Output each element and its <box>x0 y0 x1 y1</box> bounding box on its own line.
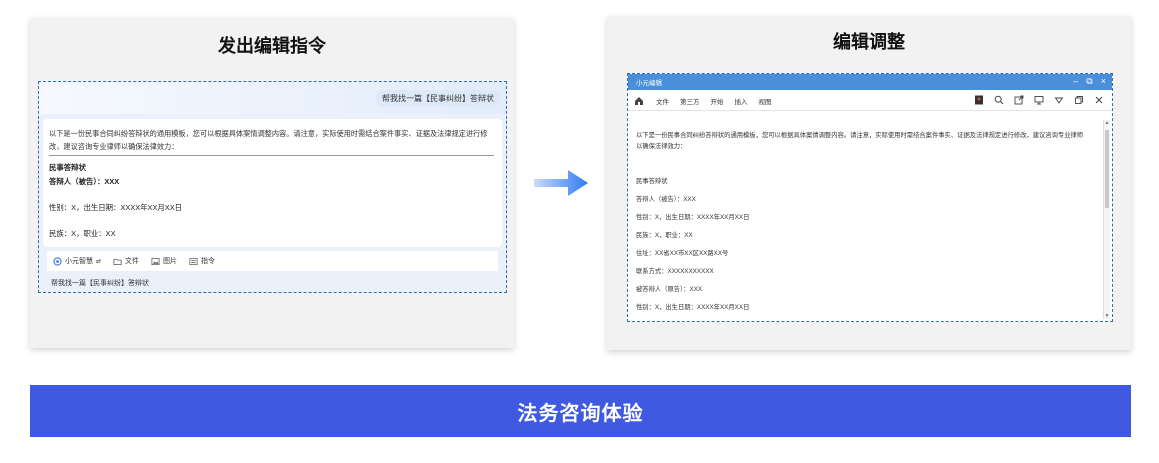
editor-window-title: 小元编辑 <box>636 80 662 87</box>
menu-third-party[interactable]: 第三方 <box>680 96 700 106</box>
scroll-thumb[interactable] <box>1105 130 1109 208</box>
close-icon[interactable]: × <box>1101 76 1106 87</box>
left-card: 发出编辑指令 帮我找一篇【民事纠纷】答辩状 以下是一份民事合同纠纷答辩状的通用模… <box>30 18 514 348</box>
editor-titlebar: 小元编辑 – ⧉ × <box>628 74 1112 90</box>
divider <box>49 155 494 156</box>
editor-window: 小元编辑 – ⧉ × 文件 第三方 开始 插入 视图 以下是一份民事合同纠纷答辩… <box>627 73 1113 322</box>
doc-title: 民事答辩状 <box>49 163 86 172</box>
command-label: 指令 <box>201 258 216 265</box>
file-label: 文件 <box>125 258 140 265</box>
doc-line: 民族：X，职业：XX <box>49 229 116 238</box>
ai-response: 以下是一份民事合同纠纷答辩状的通用模板，您可以根据具体案情调整内容。请注意，实际… <box>43 119 502 247</box>
share-icon[interactable] <box>1014 95 1024 105</box>
menu-start[interactable]: 开始 <box>711 96 724 106</box>
chat-panel: 帮我找一篇【民事纠纷】答辩状 以下是一份民事合同纠纷答辩状的通用模板，您可以根据… <box>38 81 507 293</box>
window-controls: – ⧉ × <box>1073 76 1106 87</box>
scroll-up-icon[interactable]: ▲ <box>1104 120 1110 126</box>
chat-input[interactable]: 帮我找一篇【民事纠纷】答辩状 <box>51 278 149 288</box>
avatar-icon[interactable] <box>974 95 984 105</box>
page: 发出编辑指令 帮我找一篇【民事纠纷】答辩状 以下是一份民事合同纠纷答辩状的通用模… <box>0 0 1159 463</box>
search-icon[interactable] <box>994 95 1004 105</box>
doc-text: 性别：X，出生日期：XXXX年XX月XX日 <box>636 214 750 221</box>
doc-line: 性别：X，出生日期：XXXX年XX月XX日 <box>49 203 183 212</box>
right-card-title: 编辑调整 <box>833 32 905 52</box>
close-doc-icon[interactable] <box>1094 95 1104 105</box>
menu-insert[interactable]: 插入 <box>735 96 748 106</box>
bottom-banner: 法务咨询体验 <box>30 385 1131 437</box>
doc-line: 答辩人（被告）：XXX <box>49 177 120 186</box>
folder-icon <box>113 258 122 265</box>
maximize-icon[interactable]: ⧉ <box>1086 76 1092 87</box>
assistant-button[interactable]: 小元智慧 ⇄ <box>53 256 101 266</box>
doc-title: 民事答辩状 <box>636 178 668 185</box>
restore-icon[interactable] <box>1074 95 1084 105</box>
doc-text: 以确保法律效力： <box>636 143 687 150</box>
editor-toolbar-icons <box>974 95 1104 105</box>
user-message: 帮我找一篇【民事纠纷】答辩状 <box>376 90 500 107</box>
menu-file[interactable]: 文件 <box>656 96 669 106</box>
assistant-label: 小元智慧 <box>65 258 93 265</box>
collapse-icon[interactable] <box>1054 95 1064 105</box>
switch-icon: ⇄ <box>96 258 102 265</box>
doc-text: 联系方式：XXXXXXXXXXX <box>636 268 714 275</box>
editor-document[interactable]: 以下是一份民事合同纠纷答辩状的通用模板，您可以根据具体案情调整内容。请注意，实际… <box>628 112 1102 321</box>
doc-text: 住址：XX省XX市XX区XX路XX号 <box>636 250 729 257</box>
menu-view[interactable]: 视图 <box>759 96 772 106</box>
vertical-scrollbar[interactable]: ▲ ▼ <box>1103 120 1110 319</box>
flow-arrow-icon <box>534 170 588 196</box>
scroll-down-icon[interactable]: ▼ <box>1104 313 1110 319</box>
home-icon[interactable] <box>634 96 644 106</box>
file-button[interactable]: 文件 <box>113 256 139 266</box>
assistant-icon <box>53 256 62 266</box>
command-icon <box>189 257 198 265</box>
doc-text: 民族：X，职业：XX <box>636 232 693 239</box>
command-button[interactable]: 指令 <box>189 256 215 266</box>
doc-text: 性别：X，出生日期：XXXX年XX月XX日 <box>636 304 750 311</box>
editor-menubar: 文件 第三方 开始 插入 视图 <box>628 91 1112 111</box>
image-label: 图片 <box>163 258 178 265</box>
doc-text: 以下是一份民事合同纠纷答辩状的通用模板，您可以根据具体案情调整内容。请注意，实际… <box>636 132 1084 139</box>
right-card: 编辑调整 小元编辑 – ⧉ × 文件 第三方 开始 插入 视图 以下是一份民事合… <box>607 16 1131 350</box>
image-button[interactable]: 图片 <box>151 256 177 266</box>
minimize-icon[interactable]: – <box>1073 76 1078 87</box>
chat-toolbar: 小元智慧 ⇄ 文件 图片 指令 <box>47 251 498 271</box>
left-card-title: 发出编辑指令 <box>218 36 326 56</box>
ai-intro-text: 以下是一份民事合同纠纷答辩状的通用模板，您可以根据具体案情调整内容。请注意，实际… <box>49 129 488 151</box>
screen-icon[interactable] <box>1034 95 1044 105</box>
image-icon <box>151 257 160 265</box>
doc-text: 被答辩人（原告）：XXX <box>636 286 703 293</box>
doc-text: 答辩人（被告）：XXX <box>636 196 696 203</box>
